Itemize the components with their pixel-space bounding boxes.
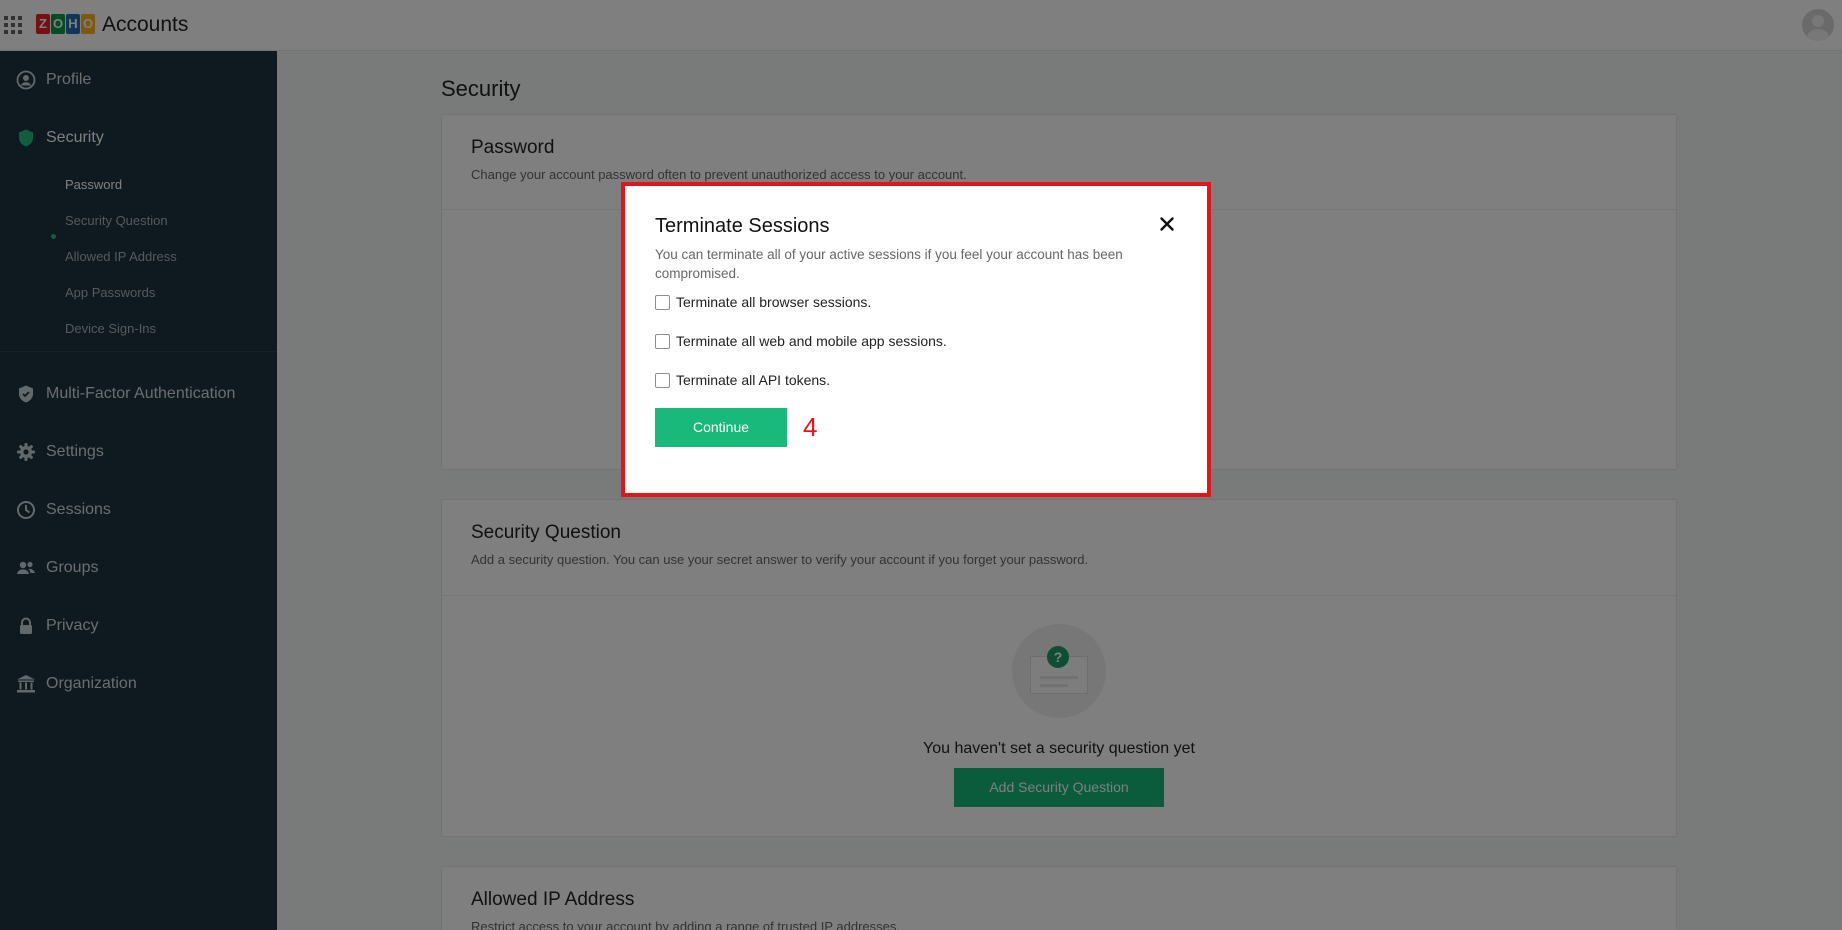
option-label: Terminate all web and mobile app session… xyxy=(676,333,947,349)
option-web-mobile-sessions[interactable]: Terminate all web and mobile app session… xyxy=(655,332,947,350)
continue-button[interactable]: Continue xyxy=(655,408,787,447)
browser-sessions-checkbox[interactable] xyxy=(655,294,670,310)
dialog-description: You can terminate all of your active ses… xyxy=(655,247,1123,281)
close-icon[interactable] xyxy=(1155,212,1179,236)
api-tokens-checkbox[interactable] xyxy=(655,372,670,388)
web-mobile-sessions-checkbox[interactable] xyxy=(655,333,670,349)
option-browser-sessions[interactable]: Terminate all browser sessions. xyxy=(655,293,871,311)
dialog-title: Terminate Sessions xyxy=(655,215,830,237)
option-api-tokens[interactable]: Terminate all API tokens. xyxy=(655,371,830,389)
terminate-sessions-dialog: Terminate Sessions You can terminate all… xyxy=(625,186,1207,493)
option-label: Terminate all browser sessions. xyxy=(676,294,872,310)
option-label: Terminate all API tokens. xyxy=(676,372,831,388)
step-number-annotation: 4 xyxy=(803,412,818,442)
